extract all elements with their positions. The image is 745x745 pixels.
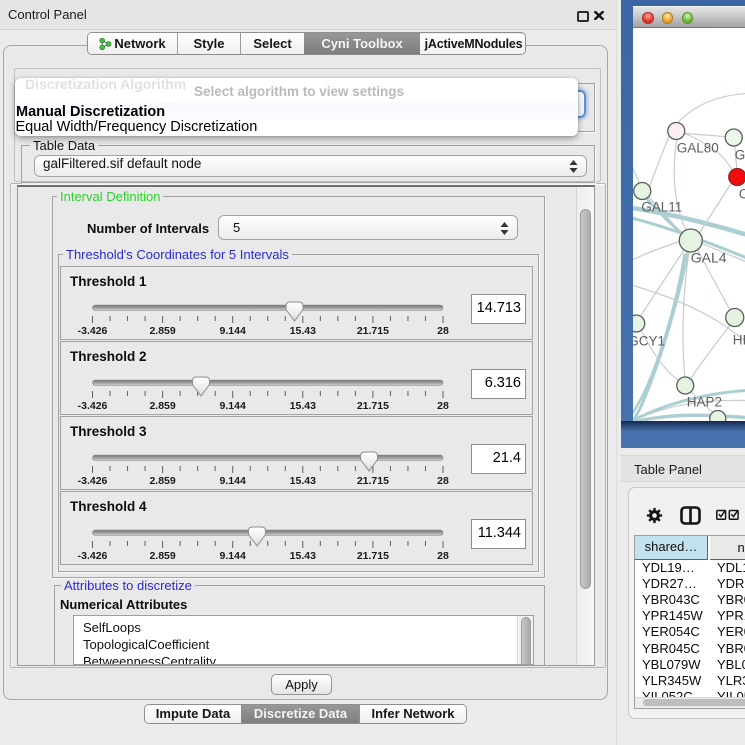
svg-text:15.43: 15.43 bbox=[290, 325, 316, 337]
svg-text:28: 28 bbox=[437, 325, 449, 337]
svg-text:2.859: 2.859 bbox=[149, 475, 175, 487]
svg-text:HAP2: HAP2 bbox=[686, 394, 721, 409]
svg-text:GAL80: GAL80 bbox=[676, 140, 718, 155]
svg-text:15.43: 15.43 bbox=[290, 550, 316, 562]
svg-text:15.43: 15.43 bbox=[290, 400, 316, 412]
svg-text:-3.426: -3.426 bbox=[78, 475, 108, 487]
svg-text:21.715: 21.715 bbox=[357, 400, 389, 412]
svg-text:21.715: 21.715 bbox=[357, 325, 389, 337]
svg-text:21.715: 21.715 bbox=[357, 550, 389, 562]
svg-text:GAL4: GAL4 bbox=[690, 249, 726, 265]
svg-text:28: 28 bbox=[437, 400, 449, 412]
svg-text:28: 28 bbox=[437, 475, 449, 487]
svg-text:21.715: 21.715 bbox=[357, 475, 389, 487]
svg-text:9.144: 9.144 bbox=[220, 325, 246, 337]
svg-text:28: 28 bbox=[437, 550, 449, 562]
svg-text:9.144: 9.144 bbox=[220, 550, 246, 562]
svg-text:2.859: 2.859 bbox=[149, 325, 175, 337]
svg-text:GCY1: GCY1 bbox=[633, 333, 665, 348]
svg-text:15.43: 15.43 bbox=[290, 475, 316, 487]
svg-text:-3.426: -3.426 bbox=[78, 400, 108, 412]
svg-text:-3.426: -3.426 bbox=[78, 550, 108, 562]
svg-text:9.144: 9.144 bbox=[220, 475, 246, 487]
svg-text:CY: CY bbox=[738, 186, 745, 201]
svg-text:-3.426: -3.426 bbox=[78, 325, 108, 337]
svg-text:HI: HI bbox=[732, 332, 745, 347]
svg-text:GAL11: GAL11 bbox=[641, 199, 682, 214]
svg-text:GA: GA bbox=[734, 147, 745, 162]
svg-text:9.144: 9.144 bbox=[220, 400, 246, 412]
svg-text:2.859: 2.859 bbox=[149, 400, 175, 412]
svg-text:2.859: 2.859 bbox=[149, 550, 175, 562]
